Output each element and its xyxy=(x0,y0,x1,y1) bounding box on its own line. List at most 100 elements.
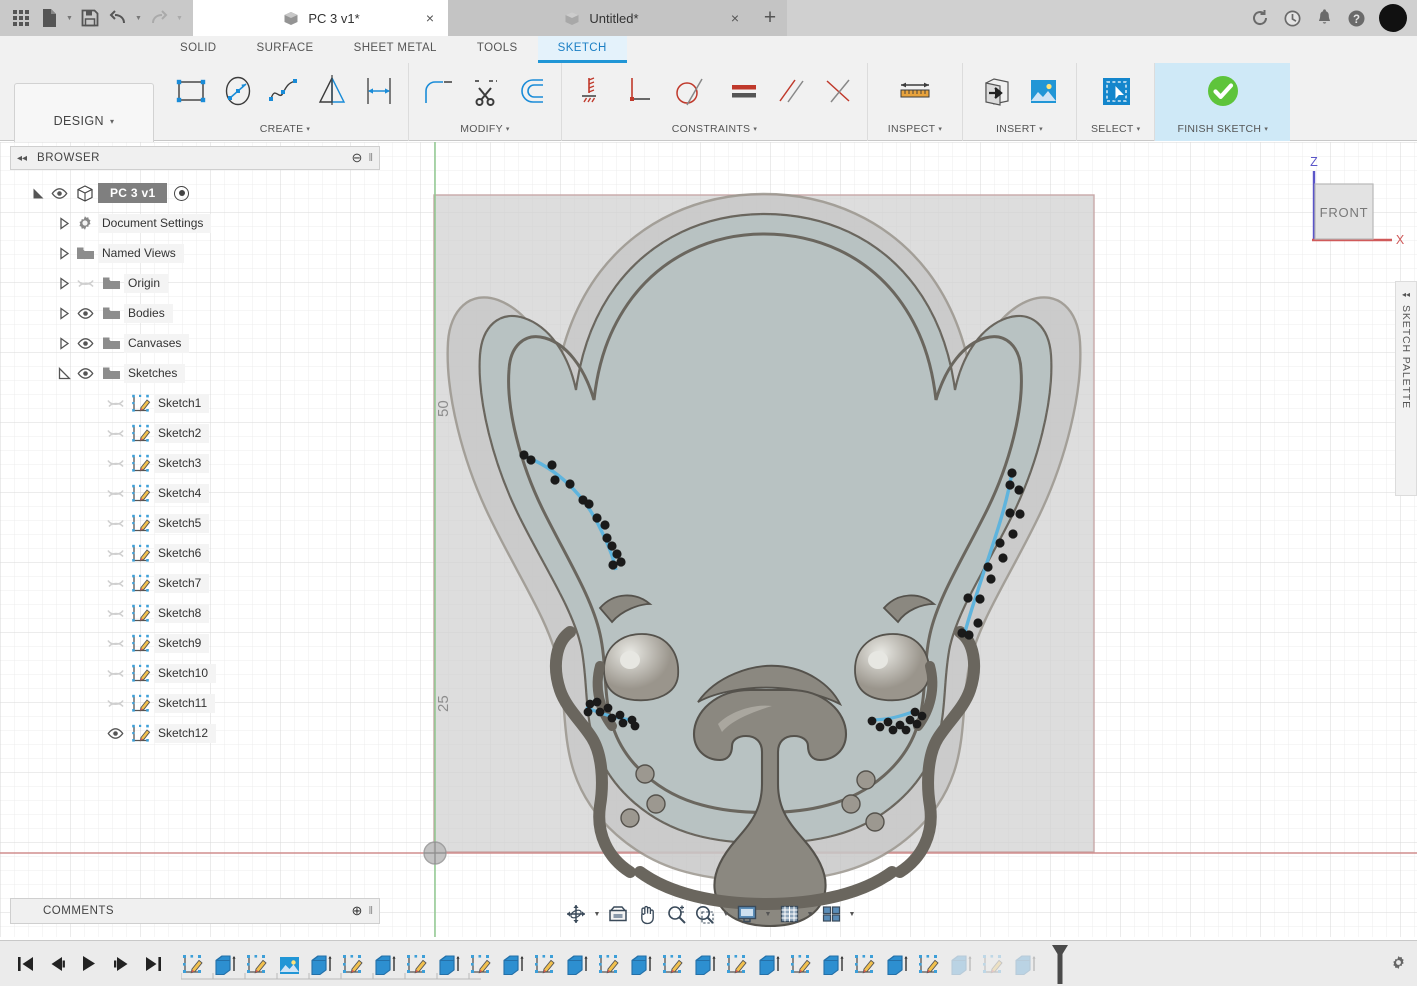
undo-caret-icon[interactable]: ▼ xyxy=(133,5,144,31)
chevron-right-icon[interactable] xyxy=(56,245,72,261)
panel-inspect-label[interactable]: INSPECT ▾ xyxy=(888,119,942,139)
panel-create-label[interactable]: CREATE ▾ xyxy=(260,119,310,139)
tree-item-sketch[interactable]: Sketch11 xyxy=(10,688,380,718)
parallel-icon[interactable] xyxy=(768,65,814,117)
tree-item-named-views[interactable]: Named Views xyxy=(10,238,380,268)
tree-item-sketch[interactable]: Sketch9 xyxy=(10,628,380,658)
zoom-window-caret-icon[interactable]: ▼ xyxy=(720,899,732,929)
panel-constraints-label[interactable]: CONSTRAINTS ▾ xyxy=(672,119,757,139)
tree-item-document-settings[interactable]: Document Settings xyxy=(10,208,380,238)
save-icon[interactable] xyxy=(77,5,103,31)
tree-item-sketch[interactable]: Sketch1 xyxy=(10,388,380,418)
visibility-eye-off-icon[interactable] xyxy=(102,637,128,650)
panel-insert-label[interactable]: INSERT ▾ xyxy=(996,119,1043,139)
tree-item-sketch[interactable]: Sketch2 xyxy=(10,418,380,448)
visibility-eye-off-icon[interactable] xyxy=(102,697,128,710)
undo-icon[interactable] xyxy=(105,5,131,31)
comments-grip-icon[interactable]: ‖ xyxy=(368,905,373,917)
offset-icon[interactable] xyxy=(509,65,555,117)
tab-solid[interactable]: SOLID xyxy=(160,36,237,63)
spline-icon[interactable] xyxy=(262,65,308,117)
look-at-icon[interactable] xyxy=(604,899,632,929)
tab-surface[interactable]: SURFACE xyxy=(237,36,334,63)
fillet-icon[interactable] xyxy=(415,65,461,117)
browser-minimize-icon[interactable]: ⊖ xyxy=(352,150,363,166)
file-icon[interactable] xyxy=(36,5,62,31)
view-cube[interactable]: Z X FRONT xyxy=(1296,155,1406,255)
visibility-eye-icon[interactable] xyxy=(102,727,128,739)
redo-caret-icon[interactable]: ▼ xyxy=(174,5,185,31)
grid-snaps-caret-icon[interactable]: ▼ xyxy=(804,899,816,929)
app-grid-icon[interactable] xyxy=(8,5,34,31)
timeline-feature-extrude[interactable] xyxy=(562,950,593,980)
zoom-window-icon[interactable] xyxy=(691,899,719,929)
visibility-eye-off-icon[interactable] xyxy=(102,457,128,470)
viewports-caret-icon[interactable]: ▼ xyxy=(846,899,858,929)
chevron-right-icon[interactable] xyxy=(56,215,72,231)
equal-icon[interactable] xyxy=(721,65,767,117)
tree-item-sketch[interactable]: Sketch5 xyxy=(10,508,380,538)
notification-bell-icon[interactable] xyxy=(1309,0,1339,36)
avatar[interactable] xyxy=(1379,4,1407,32)
visibility-eye-off-icon[interactable] xyxy=(102,487,128,500)
finish-sketch-check-icon[interactable] xyxy=(1200,65,1246,117)
insert-canvas-image-icon[interactable] xyxy=(1020,65,1066,117)
pan-hand-icon[interactable] xyxy=(633,899,661,929)
sketch-palette-tab[interactable]: ◂◂ SKETCH PALETTE xyxy=(1395,281,1417,496)
timeline-feature-extrude[interactable] xyxy=(882,950,913,980)
visibility-eye-off-icon[interactable] xyxy=(102,397,128,410)
circle-icon[interactable] xyxy=(215,65,261,117)
tree-item-bodies[interactable]: Bodies xyxy=(10,298,380,328)
visibility-eye-icon[interactable] xyxy=(46,187,72,199)
orbit-icon[interactable] xyxy=(562,899,590,929)
display-settings-caret-icon[interactable]: ▼ xyxy=(762,899,774,929)
palette-expand-icon[interactable]: ◂◂ xyxy=(1402,290,1410,299)
timeline-feature-sketch[interactable] xyxy=(850,950,881,980)
go-to-start-icon[interactable] xyxy=(16,954,34,974)
chevron-right-icon[interactable] xyxy=(56,275,72,291)
visibility-eye-icon[interactable] xyxy=(72,337,98,349)
close-icon[interactable]: × xyxy=(426,10,434,26)
refresh-icon[interactable] xyxy=(1245,0,1275,36)
timeline-feature-sketch[interactable] xyxy=(594,950,625,980)
visibility-eye-icon[interactable] xyxy=(72,307,98,319)
dimension-icon[interactable] xyxy=(356,65,402,117)
document-tab-inactive[interactable]: Untitled* × xyxy=(448,0,753,36)
tree-item-canvases[interactable]: Canvases xyxy=(10,328,380,358)
tangent-icon[interactable] xyxy=(662,65,720,117)
mirror-icon[interactable] xyxy=(309,65,355,117)
recent-icon[interactable] xyxy=(1277,0,1307,36)
measure-icon[interactable] xyxy=(886,65,944,117)
tree-item-sketch[interactable]: Sketch12 xyxy=(10,718,380,748)
coincident-icon[interactable] xyxy=(815,65,861,117)
timeline-feature-extrude[interactable] xyxy=(498,950,529,980)
tree-item-sketches[interactable]: Sketches xyxy=(10,358,380,388)
rectangle-icon[interactable] xyxy=(168,65,214,117)
timeline-feature-extrude[interactable] xyxy=(754,950,785,980)
step-back-icon[interactable] xyxy=(48,954,66,974)
step-forward-icon[interactable] xyxy=(112,954,130,974)
timeline-feature-extrude[interactable] xyxy=(626,950,657,980)
tree-item-sketch[interactable]: Sketch10 xyxy=(10,658,380,688)
panel-select-label[interactable]: SELECT ▾ xyxy=(1091,119,1140,139)
activate-component-radio[interactable] xyxy=(174,185,190,201)
zoom-icon[interactable] xyxy=(662,899,690,929)
close-icon[interactable]: × xyxy=(731,10,739,26)
browser-grip-icon[interactable]: ‖ xyxy=(368,152,373,164)
go-to-end-icon[interactable] xyxy=(144,954,162,974)
tab-tools[interactable]: TOOLS xyxy=(457,36,538,63)
tab-sketch[interactable]: SKETCH xyxy=(537,36,627,63)
document-tab-active[interactable]: PC 3 v1* × xyxy=(193,0,448,36)
play-icon[interactable] xyxy=(80,954,98,974)
tree-item-sketch[interactable]: Sketch7 xyxy=(10,568,380,598)
timeline-settings-gear-icon[interactable] xyxy=(1390,954,1407,974)
tree-item-origin[interactable]: Origin xyxy=(10,268,380,298)
visibility-eye-off-icon[interactable] xyxy=(102,577,128,590)
visibility-eye-off-icon[interactable] xyxy=(102,517,128,530)
timeline-feature-sketch[interactable] xyxy=(530,950,561,980)
timeline-feature-extrude[interactable] xyxy=(818,950,849,980)
visibility-eye-off-icon[interactable] xyxy=(102,607,128,620)
visibility-eye-off-icon[interactable] xyxy=(102,667,128,680)
tab-sheet-metal[interactable]: SHEET METAL xyxy=(334,36,457,63)
tree-item-sketch[interactable]: Sketch3 xyxy=(10,448,380,478)
